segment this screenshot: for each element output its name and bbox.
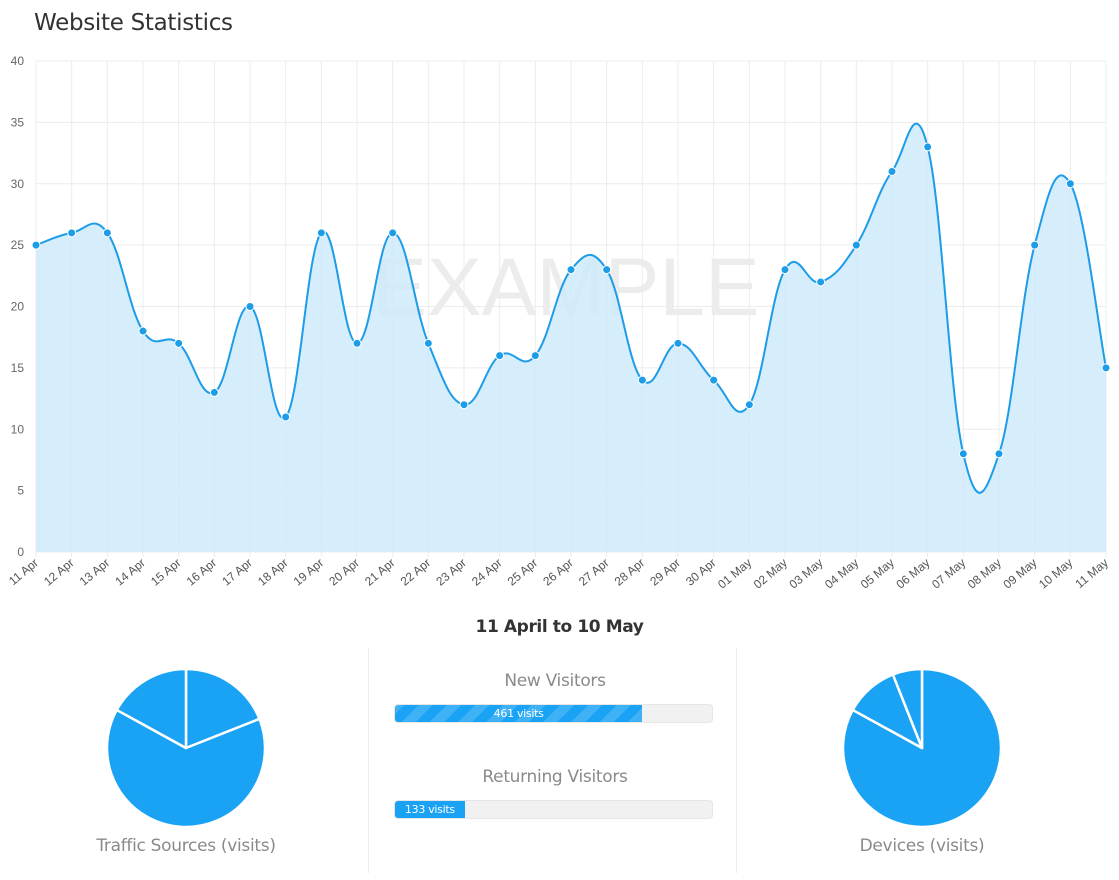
returning-visitors-progress: 133 visits (394, 800, 713, 819)
data-point[interactable] (566, 265, 576, 275)
x-tick-label: 10 May (1036, 556, 1075, 592)
data-point[interactable] (209, 387, 219, 397)
x-tick-label: 11 May (1072, 556, 1110, 591)
data-point[interactable] (744, 400, 754, 410)
data-point[interactable] (245, 302, 255, 311)
line-chart: EXAMPLE 0510152025303540 11 Apr12 Apr13 … (6, 54, 1111, 592)
y-tick-label: 0 (17, 545, 24, 559)
data-point[interactable] (958, 449, 968, 459)
x-tick-label: 23 Apr (433, 556, 469, 589)
data-point[interactable] (1030, 240, 1040, 250)
x-tick-label: 30 Apr (683, 556, 719, 589)
x-tick-label: 11 Apr (6, 556, 41, 588)
data-point[interactable] (923, 142, 933, 152)
x-tick-label: 14 Apr (112, 556, 148, 589)
x-tick-label: 13 Apr (77, 556, 113, 589)
panel-divider (368, 648, 369, 873)
x-tick-label: 04 May (822, 556, 861, 592)
data-point[interactable] (174, 338, 184, 348)
traffic-sources-pie (105, 667, 267, 829)
devices-pie (841, 667, 1003, 829)
data-point[interactable] (495, 351, 505, 361)
data-point[interactable] (709, 375, 719, 385)
returning-visitors-title: Returning Visitors (482, 767, 628, 787)
data-point[interactable] (1065, 179, 1075, 189)
x-tick-label: 12 Apr (41, 556, 77, 589)
x-tick-label: 07 May (929, 556, 968, 592)
x-tick-label: 19 Apr (291, 556, 327, 589)
data-point[interactable] (530, 351, 540, 361)
x-tick-label: 15 Apr (148, 556, 184, 589)
x-tick-label: 25 Apr (505, 556, 541, 589)
data-point[interactable] (316, 228, 326, 238)
y-axis: 0 5 10 15 20 25 30 35 40 (11, 54, 25, 559)
data-point[interactable] (602, 265, 612, 275)
data-point[interactable] (281, 412, 291, 422)
x-tick-label: 29 Apr (647, 556, 683, 589)
x-tick-label: 01 May (715, 556, 754, 592)
new-visitors-bar: 461 visits (395, 705, 643, 722)
data-point[interactable] (423, 338, 433, 348)
x-tick-label: 16 Apr (184, 556, 220, 589)
x-tick-label: 27 Apr (576, 556, 612, 589)
x-tick-label: 21 Apr (362, 556, 398, 589)
devices-label: Devices (visits) (859, 836, 985, 856)
x-tick-label: 05 May (858, 556, 897, 592)
y-tick-label: 35 (11, 115, 25, 129)
y-tick-label: 20 (11, 300, 25, 314)
y-tick-label: 10 (11, 422, 25, 436)
data-point[interactable] (816, 277, 826, 287)
data-point[interactable] (1101, 363, 1111, 373)
data-point[interactable] (31, 240, 41, 250)
data-point[interactable] (780, 265, 790, 275)
x-axis: 11 Apr 12 Apr 13 Apr 14 Apr 15 Apr 16 Apr 17 A… (6, 556, 1111, 592)
data-point[interactable] (637, 375, 647, 385)
data-point[interactable] (102, 228, 112, 238)
x-tick-label: 20 Apr (326, 556, 362, 589)
returning-visitors-bar: 133 visits (395, 801, 465, 818)
data-point[interactable] (994, 449, 1004, 459)
panel-divider (736, 648, 737, 873)
x-tick-label: 28 Apr (612, 556, 648, 589)
new-visitors-title: New Visitors (504, 671, 606, 691)
y-tick-label: 5 (17, 484, 24, 498)
x-tick-label: 18 Apr (255, 556, 291, 589)
new-visitors-progress: 461 visits (394, 704, 713, 723)
y-tick-label: 30 (11, 177, 25, 191)
data-point[interactable] (459, 400, 469, 410)
data-point[interactable] (673, 338, 683, 348)
data-point[interactable] (388, 228, 398, 238)
x-tick-label: 08 May (965, 556, 1004, 592)
y-tick-label: 15 (11, 361, 25, 375)
y-tick-label: 40 (11, 54, 25, 68)
x-tick-label: 03 May (786, 556, 825, 592)
data-point[interactable] (352, 338, 362, 348)
y-tick-label: 25 (11, 238, 25, 252)
x-tick-label: 26 Apr (540, 556, 576, 589)
x-tick-label: 24 Apr (469, 556, 505, 589)
date-range-label: 11 April to 10 May (475, 617, 644, 637)
x-tick-label: 17 Apr (219, 556, 255, 589)
x-tick-label: 22 Apr (398, 556, 434, 589)
data-point[interactable] (887, 166, 897, 176)
x-tick-label: 06 May (893, 556, 932, 592)
x-tick-label: 02 May (751, 556, 790, 592)
data-point[interactable] (138, 326, 148, 336)
x-tick-label: 09 May (1000, 556, 1039, 592)
data-point[interactable] (67, 228, 77, 238)
data-point[interactable] (851, 240, 861, 250)
traffic-sources-label: Traffic Sources (visits) (96, 836, 276, 856)
